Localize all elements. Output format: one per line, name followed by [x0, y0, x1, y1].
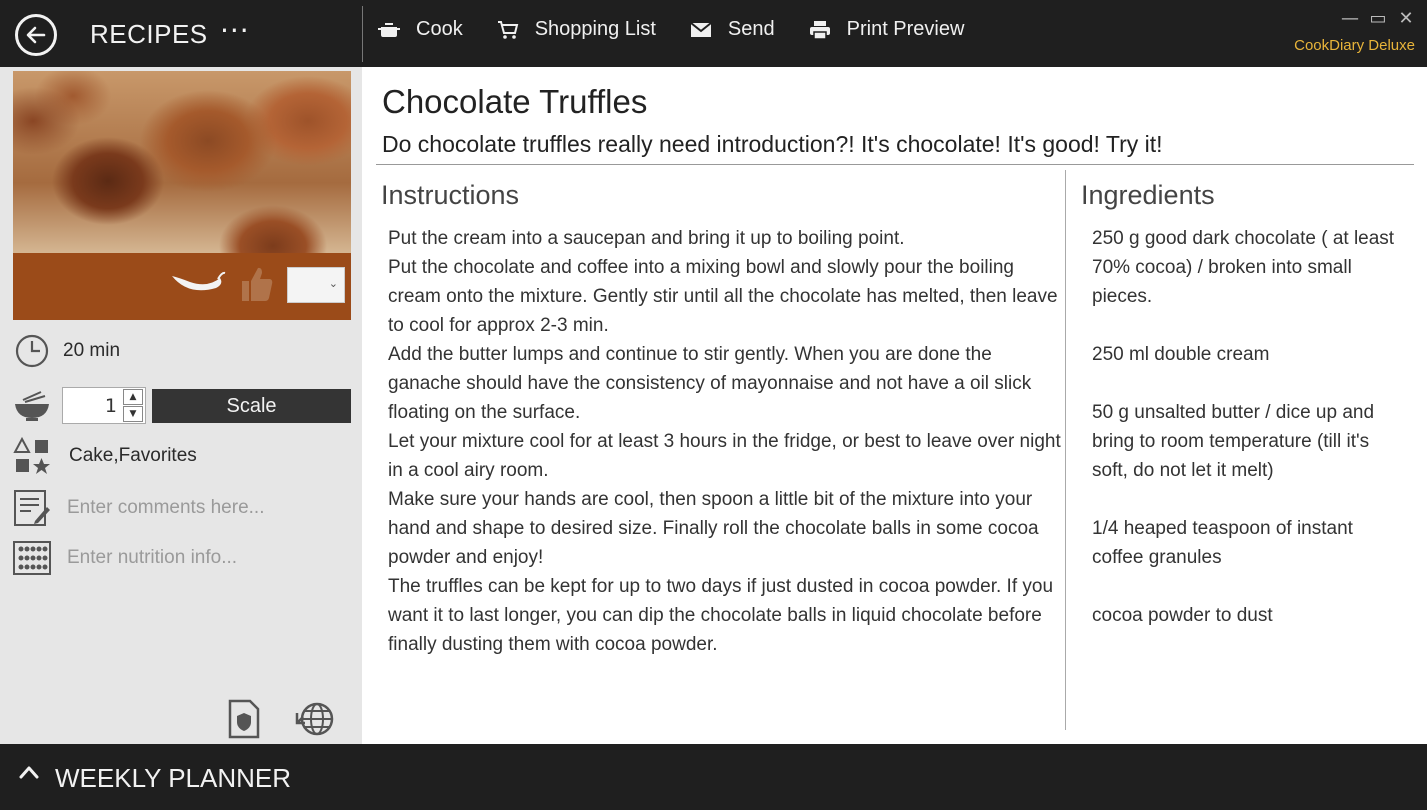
shopping-list-label: Shopping List — [534, 18, 656, 40]
secure-document-icon[interactable] — [222, 699, 262, 739]
pot-icon — [378, 19, 400, 41]
servings-stepper[interactable]: 1 ▲ ▼ — [62, 387, 146, 424]
categories-row: Cake,Favorites — [13, 437, 197, 475]
recipe-title[interactable]: Chocolate Truffles — [382, 83, 647, 121]
recipe-subtitle[interactable]: Do chocolate truffles really need introd… — [382, 131, 1163, 158]
maximize-button[interactable]: ▭ — [1369, 8, 1387, 29]
title-divider — [376, 164, 1414, 165]
instruction-step: Add the butter lumps and continue to sti… — [388, 344, 1032, 423]
weekly-planner-bar[interactable]: WEEKLY PLANNER — [0, 744, 1427, 810]
chevron-up-icon — [19, 766, 39, 779]
scale-button[interactable]: Scale — [152, 389, 351, 423]
toolbar: Cook Shopping List Send Print Preview — [378, 18, 998, 41]
categories-value[interactable]: Cake,Favorites — [69, 445, 197, 467]
send-label: Send — [727, 18, 775, 40]
nutrition-input[interactable]: Enter nutrition info... — [67, 547, 237, 569]
stepper-down-button[interactable]: ▼ — [123, 406, 143, 422]
ingredient-item: 50 g unsalted butter / dice up and bring… — [1092, 402, 1375, 481]
cook-button[interactable]: Cook — [378, 18, 463, 41]
nutrition-row: Enter nutrition info... — [13, 539, 237, 577]
globe-download-icon[interactable] — [295, 699, 335, 739]
comments-row: Enter comments here... — [13, 489, 264, 527]
clock-icon — [13, 332, 51, 370]
comments-input[interactable]: Enter comments here... — [67, 497, 264, 519]
section-title: RECIPES — [90, 19, 208, 49]
cart-icon — [497, 19, 519, 41]
print-preview-label: Print Preview — [846, 18, 965, 40]
servings-row — [13, 387, 51, 425]
recipe-sidebar: ⌄ 20 min 1 ▲ ▼ Scale Cake,Favorites Ente… — [0, 67, 362, 744]
send-button[interactable]: Send — [690, 18, 775, 41]
app-name: CookDiary Deluxe — [1294, 37, 1415, 54]
instruction-step: Put the chocolate and coffee into a mixi… — [388, 257, 1058, 336]
ingredients-heading: Ingredients — [1081, 180, 1215, 210]
notes-edit-icon — [13, 489, 51, 527]
cook-time-row: 20 min — [13, 332, 120, 370]
shopping-list-button[interactable]: Shopping List — [497, 18, 656, 41]
instruction-step: The truffles can be kept for up to two d… — [388, 576, 1054, 655]
thumbs-up-icon[interactable] — [240, 265, 274, 303]
back-button[interactable] — [15, 14, 57, 56]
rating-dropdown[interactable]: ⌄ — [287, 267, 345, 303]
ingredient-item: 250 g good dark chocolate ( at least 70%… — [1092, 228, 1395, 307]
instructions-heading: Instructions — [381, 180, 520, 210]
arrow-left-icon — [26, 26, 46, 44]
print-preview-button[interactable]: Print Preview — [809, 18, 965, 41]
toolbar-divider — [362, 6, 363, 62]
more-menu-button[interactable]: ··· — [220, 14, 250, 47]
close-button[interactable]: ✕ — [1397, 8, 1415, 29]
ingredient-item: cocoa powder to dust — [1092, 605, 1273, 626]
top-app-bar: RECIPES ··· Cook Shopping List Send Prin — [0, 0, 1427, 67]
instruction-step: Make sure your hands are cool, then spoo… — [388, 489, 1039, 568]
ingredients-list[interactable]: 250 g good dark chocolate ( at least 70%… — [1092, 224, 1402, 659]
servings-value[interactable]: 1 — [105, 395, 117, 417]
weekly-planner-label: WEEKLY PLANNER — [55, 763, 292, 793]
minimize-button[interactable]: — — [1341, 8, 1359, 29]
instructions-text[interactable]: Put the cream into a saucepan and bring … — [388, 224, 1068, 659]
bowl-icon — [13, 387, 51, 425]
ingredient-item: 250 ml double cream — [1092, 344, 1270, 365]
chili-icon[interactable] — [168, 270, 226, 300]
abacus-icon — [13, 539, 51, 577]
printer-icon — [809, 19, 831, 41]
window-controls: — ▭ ✕ — [1341, 8, 1415, 29]
mail-icon — [690, 19, 712, 41]
ingredient-item: 1/4 heaped teaspoon of instant coffee gr… — [1092, 518, 1353, 568]
cook-time[interactable]: 20 min — [63, 340, 120, 362]
instruction-step: Let your mixture cool for at least 3 hou… — [388, 431, 1061, 481]
chevron-down-icon: ⌄ — [328, 277, 338, 290]
categories-icon — [13, 437, 51, 475]
cook-label: Cook — [416, 18, 463, 40]
stepper-up-button[interactable]: ▲ — [123, 389, 143, 405]
instruction-step: Put the cream into a saucepan and bring … — [388, 228, 905, 249]
recipe-content: Chocolate Truffles Do chocolate truffles… — [362, 67, 1427, 744]
